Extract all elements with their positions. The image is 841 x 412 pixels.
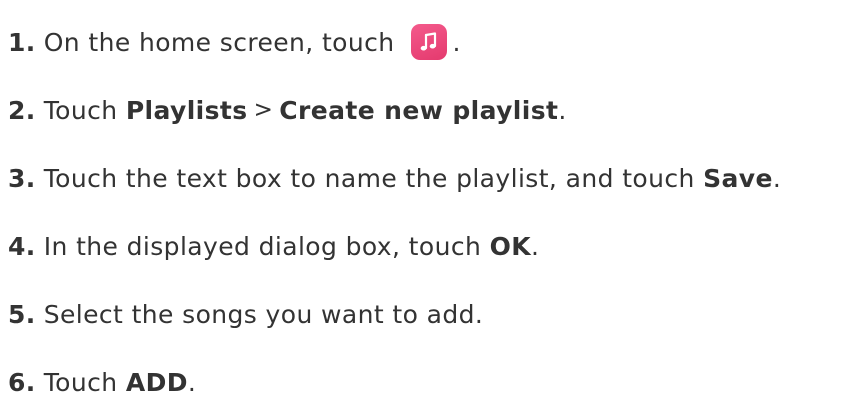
path-separator: > — [253, 97, 274, 123]
step-3: 3. Touch the text box to name the playli… — [8, 156, 781, 200]
step-suffix: . — [531, 231, 540, 261]
ok-label: OK — [489, 231, 532, 261]
save-label: Save — [703, 163, 773, 193]
step-suffix: . — [187, 367, 197, 397]
instruction-steps: 1. On the home screen, touch . 2. Touch … — [0, 0, 841, 412]
step-6: 6. Touch ADD. — [8, 360, 196, 404]
step-number: 5. — [8, 299, 36, 329]
step-suffix: . — [558, 95, 567, 125]
add-label: ADD — [125, 367, 188, 397]
step-number: 2. — [8, 95, 36, 125]
step-4: 4. In the displayed dialog box, touch OK… — [8, 224, 539, 268]
step-number: 3. — [8, 163, 36, 193]
step-text: Touch — [43, 95, 118, 125]
create-new-playlist-label: Create new playlist — [279, 95, 559, 125]
step-number: 4. — [8, 231, 36, 261]
music-app-icon — [410, 24, 447, 60]
step-2: 2. Touch Playlists > Create new playlist. — [8, 88, 567, 132]
step-1: 1. On the home screen, touch . — [8, 20, 461, 64]
playlists-label: Playlists — [125, 95, 248, 125]
step-text: Touch — [43, 367, 118, 397]
step-text: In the displayed dialog box, touch — [43, 231, 482, 261]
step-text: On the home screen, touch — [43, 27, 395, 57]
step-suffix: . — [772, 163, 782, 193]
step-5: 5. Select the songs you want to add. — [8, 292, 483, 336]
step-text: Touch the text box to name the playlist,… — [43, 163, 695, 193]
step-text: Select the songs you want to add. — [43, 299, 484, 329]
step-number: 6. — [8, 367, 36, 397]
step-number: 1. — [8, 27, 36, 57]
step-suffix: . — [452, 27, 461, 57]
